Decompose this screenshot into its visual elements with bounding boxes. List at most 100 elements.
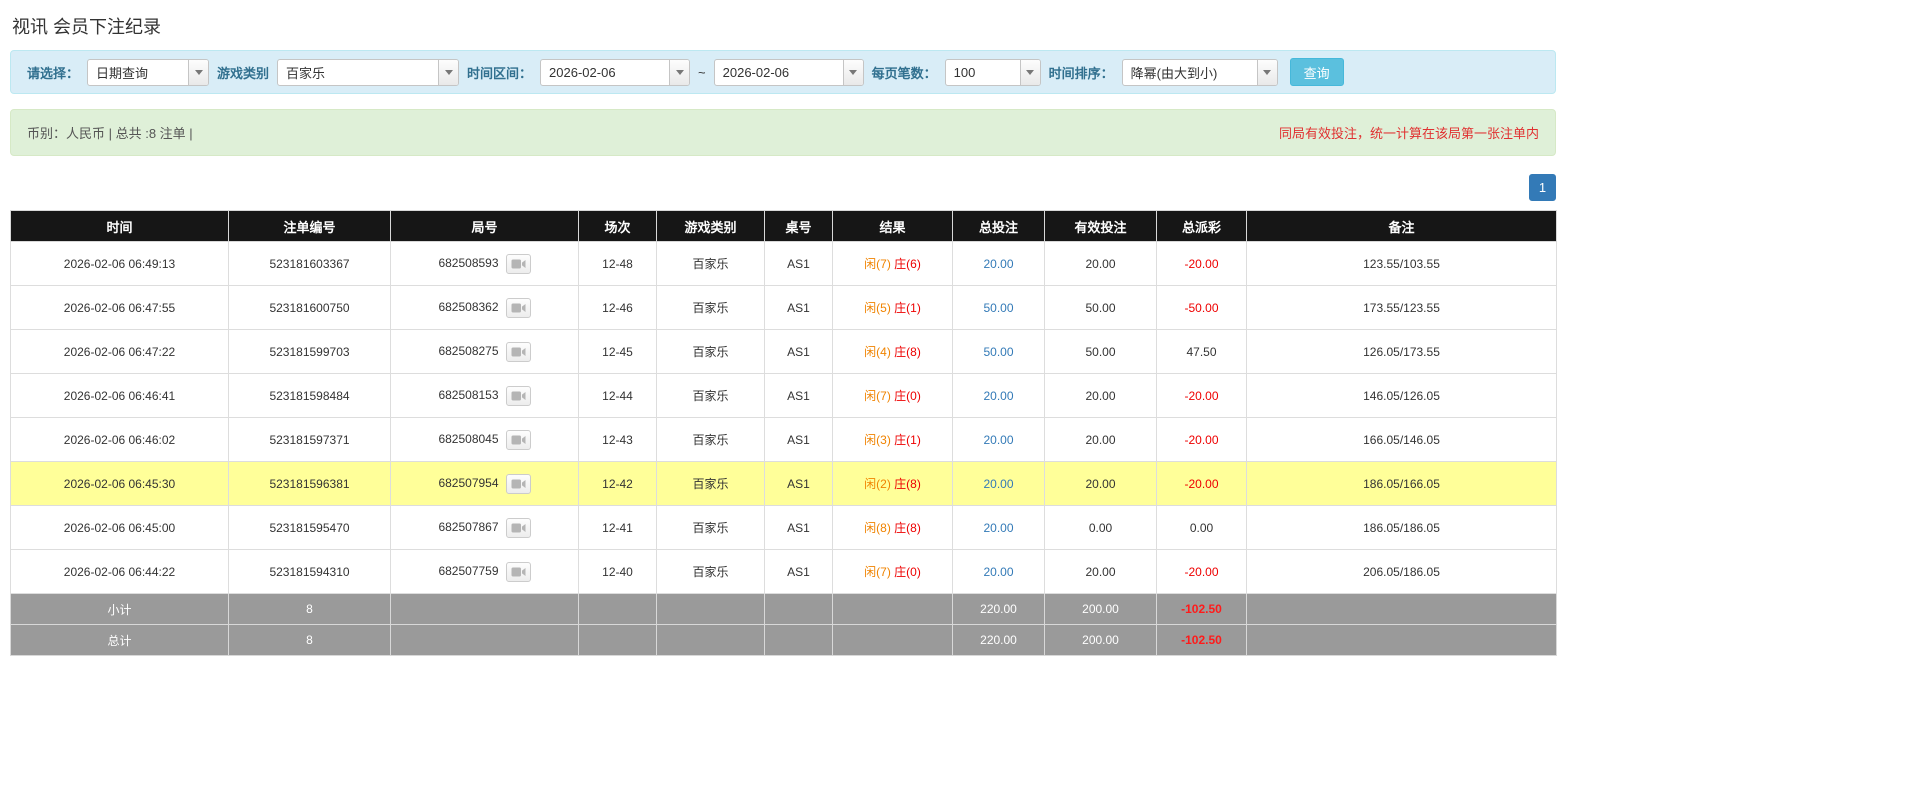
result-player: 闲(7) (864, 389, 891, 403)
date-from-picker[interactable] (540, 58, 691, 86)
chevron-down-icon (675, 69, 684, 75)
cell-time: 2026-02-06 06:47:22 (10, 329, 229, 374)
cell-time: 2026-02-06 06:45:30 (10, 461, 229, 506)
date-from-input[interactable] (541, 59, 670, 85)
result-player: 闲(5) (864, 301, 891, 315)
table-row: 2026-02-06 06:46:41 523181598484 682508153… (10, 373, 1557, 418)
sort-order-dropdown[interactable] (1121, 58, 1278, 86)
result-banker: 庄(0) (894, 565, 921, 579)
cell-game-type: 百家乐 (656, 285, 765, 330)
result-banker: 庄(6) (894, 257, 921, 271)
page-size-input[interactable] (945, 59, 1020, 85)
total-bet-link[interactable]: 20.00 (983, 389, 1013, 403)
column-header: 游戏类别 (656, 210, 765, 242)
total-count: 8 (228, 624, 391, 656)
cell-bet-id: 523181599703 (228, 329, 391, 374)
cell-payout: 0.00 (1156, 505, 1247, 550)
subtotal-row: 小计 8 220.00 200.00 -102.50 (10, 593, 1557, 625)
cell-table-no: AS1 (764, 373, 833, 418)
cell-time: 2026-02-06 06:49:13 (10, 241, 229, 286)
video-replay-icon[interactable] (505, 473, 531, 494)
cell-result: 闲(5) 庄(1) (832, 285, 953, 330)
empty-cell (832, 624, 953, 656)
page-size-caret-button[interactable] (1019, 59, 1040, 85)
cell-time: 2026-02-06 06:45:00 (10, 505, 229, 550)
video-replay-icon[interactable] (505, 297, 531, 318)
total-bet-link[interactable]: 20.00 (983, 565, 1013, 579)
video-replay-icon[interactable] (505, 385, 531, 406)
table-row: 2026-02-06 06:45:30 523181596381 682507954… (10, 461, 1557, 506)
empty-cell (578, 593, 657, 625)
query-mode-dropdown[interactable] (87, 58, 210, 86)
cell-result: 闲(8) 庄(8) (832, 505, 953, 550)
cell-session: 12-48 (578, 241, 657, 286)
query-mode-caret-button[interactable] (188, 59, 209, 85)
search-button[interactable]: 查询 (1289, 58, 1344, 86)
total-payout: -102.50 (1156, 624, 1247, 656)
date-to-caret-button[interactable] (842, 59, 863, 85)
query-mode-input[interactable] (88, 59, 189, 85)
total-bet-link[interactable]: 50.00 (983, 301, 1013, 315)
cell-time: 2026-02-06 06:46:41 (10, 373, 229, 418)
game-type-dropdown[interactable] (277, 58, 460, 86)
video-replay-icon[interactable] (505, 429, 531, 450)
empty-cell (390, 624, 579, 656)
total-bet-link[interactable]: 20.00 (983, 521, 1013, 535)
total-bet-link[interactable]: 20.00 (983, 257, 1013, 271)
page-button-1[interactable]: 1 (1529, 174, 1556, 201)
cell-result: 闲(7) 庄(0) (832, 373, 953, 418)
empty-cell (656, 624, 765, 656)
video-replay-icon[interactable] (505, 253, 531, 274)
cell-time: 2026-02-06 06:47:55 (10, 285, 229, 330)
result-player: 闲(3) (864, 433, 891, 447)
cell-total-bet: 20.00 (952, 461, 1045, 506)
game-type-label: 游戏类别 (217, 65, 270, 81)
cell-table-no: AS1 (764, 505, 833, 550)
chevron-down-icon (194, 69, 203, 75)
empty-cell (1246, 593, 1557, 625)
chevron-down-icon (1263, 69, 1272, 75)
cell-payout: -20.00 (1156, 461, 1247, 506)
round-id-text: 682507954 (438, 475, 499, 490)
cell-valid-bet: 50.00 (1044, 329, 1157, 374)
video-replay-icon[interactable] (505, 561, 531, 582)
page-size-dropdown[interactable] (944, 58, 1041, 86)
game-type-input[interactable] (278, 59, 439, 85)
cell-session: 12-44 (578, 373, 657, 418)
video-replay-icon[interactable] (505, 517, 531, 538)
total-bet-link[interactable]: 50.00 (983, 345, 1013, 359)
cell-total-bet: 50.00 (952, 285, 1045, 330)
column-header: 局号 (390, 210, 579, 242)
empty-cell (832, 593, 953, 625)
date-from-caret-button[interactable] (669, 59, 690, 85)
video-replay-icon[interactable] (505, 341, 531, 362)
cell-round-id: 682507954 (390, 461, 579, 506)
total-bet-link[interactable]: 20.00 (983, 477, 1013, 491)
date-to-picker[interactable] (713, 58, 864, 86)
cell-valid-bet: 20.00 (1044, 549, 1157, 594)
sort-order-input[interactable] (1122, 59, 1257, 85)
chevron-down-icon (849, 69, 858, 75)
subtotal-label: 小计 (10, 593, 229, 625)
total-row: 总计 8 220.00 200.00 -102.50 (10, 624, 1557, 656)
sort-order-caret-button[interactable] (1256, 59, 1277, 85)
cell-game-type: 百家乐 (656, 417, 765, 462)
total-valid-bet: 200.00 (1044, 624, 1157, 656)
cell-remark: 166.05/146.05 (1246, 417, 1557, 462)
result-banker: 庄(0) (894, 389, 921, 403)
cell-valid-bet: 20.00 (1044, 373, 1157, 418)
cell-result: 闲(4) 庄(8) (832, 329, 953, 374)
empty-cell (1246, 624, 1557, 656)
cell-payout: -20.00 (1156, 417, 1247, 462)
column-header: 结果 (832, 210, 953, 242)
cell-valid-bet: 20.00 (1044, 461, 1157, 506)
date-to-input[interactable] (714, 59, 843, 85)
total-bet-link[interactable]: 20.00 (983, 433, 1013, 447)
table-row: 2026-02-06 06:45:00 523181595470 682507867… (10, 505, 1557, 550)
cell-game-type: 百家乐 (656, 241, 765, 286)
game-type-caret-button[interactable] (438, 59, 459, 85)
column-header: 场次 (578, 210, 657, 242)
cell-table-no: AS1 (764, 461, 833, 506)
cell-session: 12-41 (578, 505, 657, 550)
cell-total-bet: 20.00 (952, 505, 1045, 550)
